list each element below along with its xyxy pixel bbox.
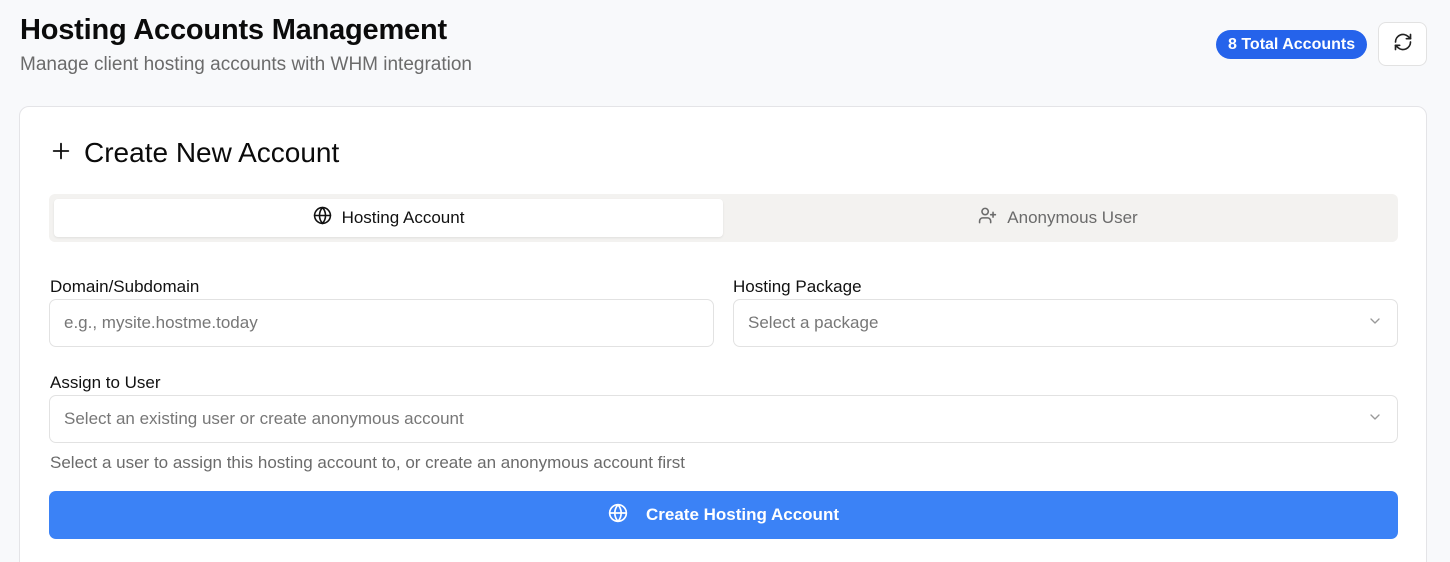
package-select[interactable]: Select a package (733, 299, 1398, 347)
refresh-icon (1393, 32, 1413, 57)
total-accounts-badge: 8 Total Accounts (1216, 30, 1368, 59)
refresh-button[interactable] (1378, 22, 1427, 66)
domain-label: Domain/Subdomain (50, 277, 200, 296)
user-select[interactable]: Select an existing user or create anonym… (49, 395, 1398, 443)
tab-hosting-account[interactable]: Hosting Account (54, 199, 723, 237)
page-title: Hosting Accounts Management (20, 14, 447, 46)
user-plus-icon (978, 206, 1007, 230)
globe-icon (313, 206, 342, 230)
plus-icon (50, 140, 72, 167)
page: Hosting Accounts Management Manage clien… (0, 0, 1450, 562)
create-account-card: Create New Account Hosting Account Anony… (19, 106, 1427, 562)
chevron-down-icon (1367, 313, 1383, 334)
tab-anonymous-user-label: Anonymous User (1007, 208, 1138, 227)
card-header: Create New Account (50, 137, 339, 169)
package-label: Hosting Package (733, 277, 862, 296)
tab-anonymous-user[interactable]: Anonymous User (723, 199, 1393, 237)
assign-user-label: Assign to User (50, 373, 161, 392)
create-hosting-account-button[interactable]: Create Hosting Account (49, 491, 1398, 539)
tab-hosting-account-label: Hosting Account (341, 208, 465, 227)
user-select-value: Select an existing user or create anonym… (64, 409, 464, 428)
total-accounts-label: 8 Total Accounts (1228, 35, 1356, 53)
domain-input[interactable] (64, 313, 699, 333)
chevron-down-icon (1367, 409, 1383, 430)
create-hosting-account-label: Create Hosting Account (645, 505, 839, 524)
package-select-value: Select a package (748, 313, 879, 332)
card-title: Create New Account (84, 137, 340, 168)
account-type-tabs: Hosting Account Anonymous User (49, 194, 1398, 242)
page-subtitle: Manage client hosting accounts with WHM … (20, 54, 473, 75)
globe-icon (608, 503, 646, 528)
domain-field[interactable] (49, 299, 714, 347)
assign-user-helper: Select a user to assign this hosting acc… (50, 453, 686, 472)
